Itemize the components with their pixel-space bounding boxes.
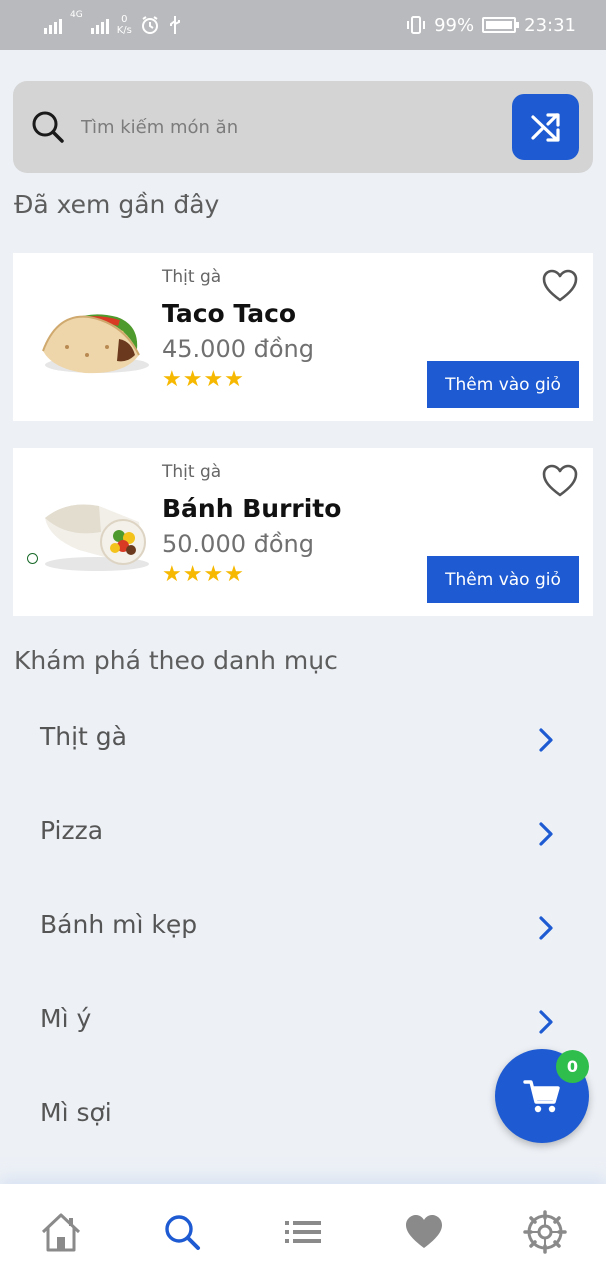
cart-icon	[523, 1080, 560, 1113]
add-to-cart-button[interactable]: Thêm vào giỏ	[427, 361, 579, 408]
card-category: Thịt gà	[162, 267, 222, 287]
veg-badge-icon	[27, 553, 38, 564]
heart-icon	[406, 1215, 443, 1248]
bottom-nav	[0, 1184, 606, 1280]
categories-section-title: Khám phá theo danh mục	[14, 646, 338, 675]
usb-icon	[169, 16, 180, 34]
home-icon	[41, 1213, 80, 1252]
chevron-right-icon	[539, 822, 553, 846]
search-icon	[32, 111, 64, 143]
signal-icon-2	[90, 16, 109, 34]
card-title: Bánh Burrito	[162, 494, 342, 523]
recent-section-title: Đã xem gần đây	[14, 190, 220, 219]
nav-search[interactable]	[121, 1184, 242, 1280]
search-icon	[165, 1215, 200, 1250]
net-speed-value: 0	[121, 14, 128, 25]
category-label: Mì ý	[40, 1004, 92, 1033]
card-price: 45.000 đồng	[162, 335, 314, 363]
nav-home[interactable]	[0, 1184, 121, 1280]
category-label: Pizza	[40, 816, 104, 845]
battery-icon	[482, 17, 520, 33]
category-item[interactable]: Bánh mì kẹp	[0, 884, 606, 978]
signal-icon	[44, 16, 62, 34]
chevron-right-icon	[539, 728, 553, 752]
nav-settings[interactable]	[485, 1184, 606, 1280]
category-item[interactable]: Pizza	[0, 790, 606, 884]
settings-icon	[523, 1210, 568, 1254]
card-title: Taco Taco	[162, 299, 297, 328]
category-label: Thịt gà	[40, 722, 127, 751]
food-card[interactable]: Thịt gà Taco Taco 45.000 đồng ★★★★ Thêm …	[13, 253, 593, 421]
status-bar: 4G 0 K/s 99% 23:31	[0, 0, 606, 50]
battery-percent: 99%	[434, 14, 475, 36]
shuffle-icon	[530, 113, 560, 142]
shuffle-button[interactable]	[512, 94, 579, 160]
search-input[interactable]	[81, 109, 491, 145]
clock: 23:31	[524, 14, 576, 36]
star-rating: ★★★★	[162, 562, 245, 587]
category-item[interactable]: Thịt gà	[0, 696, 606, 790]
card-category: Thịt gà	[162, 462, 222, 482]
status-left: 4G 0 K/s	[44, 10, 182, 40]
add-to-cart-button[interactable]: Thêm vào giỏ	[427, 556, 579, 603]
heart-outline-icon[interactable]	[541, 267, 579, 305]
burrito-icon	[45, 504, 149, 571]
nav-favorites[interactable]	[364, 1184, 485, 1280]
card-price: 50.000 đồng	[162, 530, 314, 558]
net-speed: 0 K/s	[117, 14, 132, 36]
heart-outline-icon[interactable]	[541, 462, 579, 500]
star-rating: ★★★★	[162, 367, 245, 392]
food-card[interactable]: Thịt gà Bánh Burrito 50.000 đồng ★★★★ Th…	[13, 448, 593, 616]
category-label: Mì sợi	[40, 1098, 112, 1127]
search-bar	[13, 81, 593, 173]
list-icon	[285, 1221, 321, 1243]
alarm-icon	[141, 16, 158, 34]
chevron-right-icon	[539, 1010, 553, 1034]
vibrate-icon	[407, 16, 426, 34]
status-right: 99% 23:31	[406, 10, 576, 40]
taco-icon	[42, 314, 149, 374]
category-label: Bánh mì kẹp	[40, 910, 198, 939]
nav-list[interactable]	[242, 1184, 363, 1280]
cart-count-badge: 0	[556, 1050, 589, 1083]
chevron-right-icon	[539, 916, 553, 940]
net-speed-unit: K/s	[116, 25, 132, 36]
network-type: 4G	[70, 10, 83, 20]
